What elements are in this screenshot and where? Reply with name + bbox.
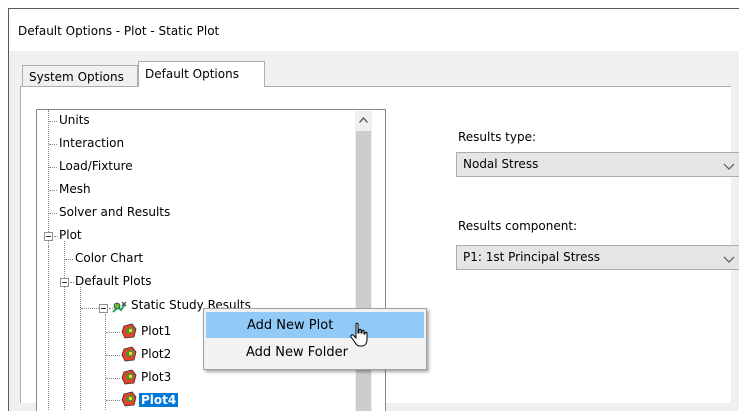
plot-icon bbox=[121, 323, 137, 339]
tree-item-plot4[interactable]: Plot4 bbox=[139, 391, 179, 411]
static-study-icon bbox=[112, 301, 127, 313]
tree-item-label: Interaction bbox=[59, 136, 125, 150]
chevron-down-icon bbox=[723, 163, 735, 170]
tree-item-plot[interactable]: Plot bbox=[59, 226, 82, 248]
results-component-value: P1: 1st Principal Stress bbox=[463, 250, 600, 264]
tree-item-units[interactable]: Units bbox=[59, 111, 90, 133]
title-bar: Default Options - Plot - Static Plot bbox=[9, 9, 739, 51]
tab-default-options[interactable]: Default Options bbox=[138, 61, 265, 87]
tree-item-color-chart[interactable]: Color Chart bbox=[75, 249, 143, 271]
tree-item-interaction[interactable]: Interaction bbox=[59, 134, 124, 156]
plot-icon bbox=[121, 369, 137, 385]
tree-item-default-plots[interactable]: Default Plots bbox=[75, 272, 152, 294]
menu-item-label: Add New Folder bbox=[246, 345, 348, 360]
tree-item-label: Color Chart bbox=[75, 251, 144, 265]
results-component-select[interactable]: P1: 1st Principal Stress bbox=[456, 245, 739, 270]
menu-item-add-new-folder[interactable]: Add New Folder bbox=[206, 340, 424, 366]
scroll-up-icon[interactable] bbox=[355, 111, 372, 128]
tree-item-plot2[interactable]: Plot2 bbox=[141, 345, 171, 367]
tab-system-options[interactable]: System Options bbox=[22, 65, 138, 86]
results-type-value: Nodal Stress bbox=[463, 157, 539, 171]
collapse-icon[interactable] bbox=[44, 232, 53, 241]
tree-item-label: Plot2 bbox=[141, 347, 172, 361]
tree-item-label: Load/Fixture bbox=[59, 159, 133, 173]
tree-item-label: Units bbox=[59, 113, 90, 127]
menu-item-label: Add New Plot bbox=[247, 318, 334, 333]
results-type-label: Results type: bbox=[458, 130, 536, 144]
menu-item-add-new-plot[interactable]: Add New Plot bbox=[206, 312, 424, 338]
tree-item-solver-and-results[interactable]: Solver and Results bbox=[59, 203, 170, 225]
chevron-down-icon bbox=[723, 256, 735, 263]
tree-item-label: Default Plots bbox=[75, 274, 152, 288]
tree-item-label: Plot3 bbox=[141, 370, 172, 384]
context-menu: Add New Plot Add New Folder bbox=[203, 308, 427, 370]
tree-item-label: Mesh bbox=[59, 182, 91, 196]
window-title: Default Options - Plot - Static Plot bbox=[18, 24, 220, 38]
results-type-select[interactable]: Nodal Stress bbox=[456, 152, 739, 177]
plot-icon bbox=[121, 391, 137, 407]
tree-item-plot3[interactable]: Plot3 bbox=[141, 368, 171, 390]
hand-cursor-icon bbox=[350, 322, 368, 347]
results-component-label: Results component: bbox=[458, 219, 578, 233]
tree-item-label-selected: Plot4 bbox=[139, 393, 179, 407]
plot-icon bbox=[121, 346, 137, 362]
collapse-icon[interactable] bbox=[60, 278, 69, 287]
tree-item-load-fixture[interactable]: Load/Fixture bbox=[59, 157, 133, 179]
tree-item-mesh[interactable]: Mesh bbox=[59, 180, 91, 202]
tree-item-plot1[interactable]: Plot1 bbox=[141, 322, 171, 344]
tree-item-label: Solver and Results bbox=[59, 205, 171, 219]
tree-item-label: Plot1 bbox=[141, 324, 172, 338]
collapse-icon[interactable] bbox=[99, 304, 108, 313]
tree-item-label: Plot bbox=[59, 228, 82, 242]
